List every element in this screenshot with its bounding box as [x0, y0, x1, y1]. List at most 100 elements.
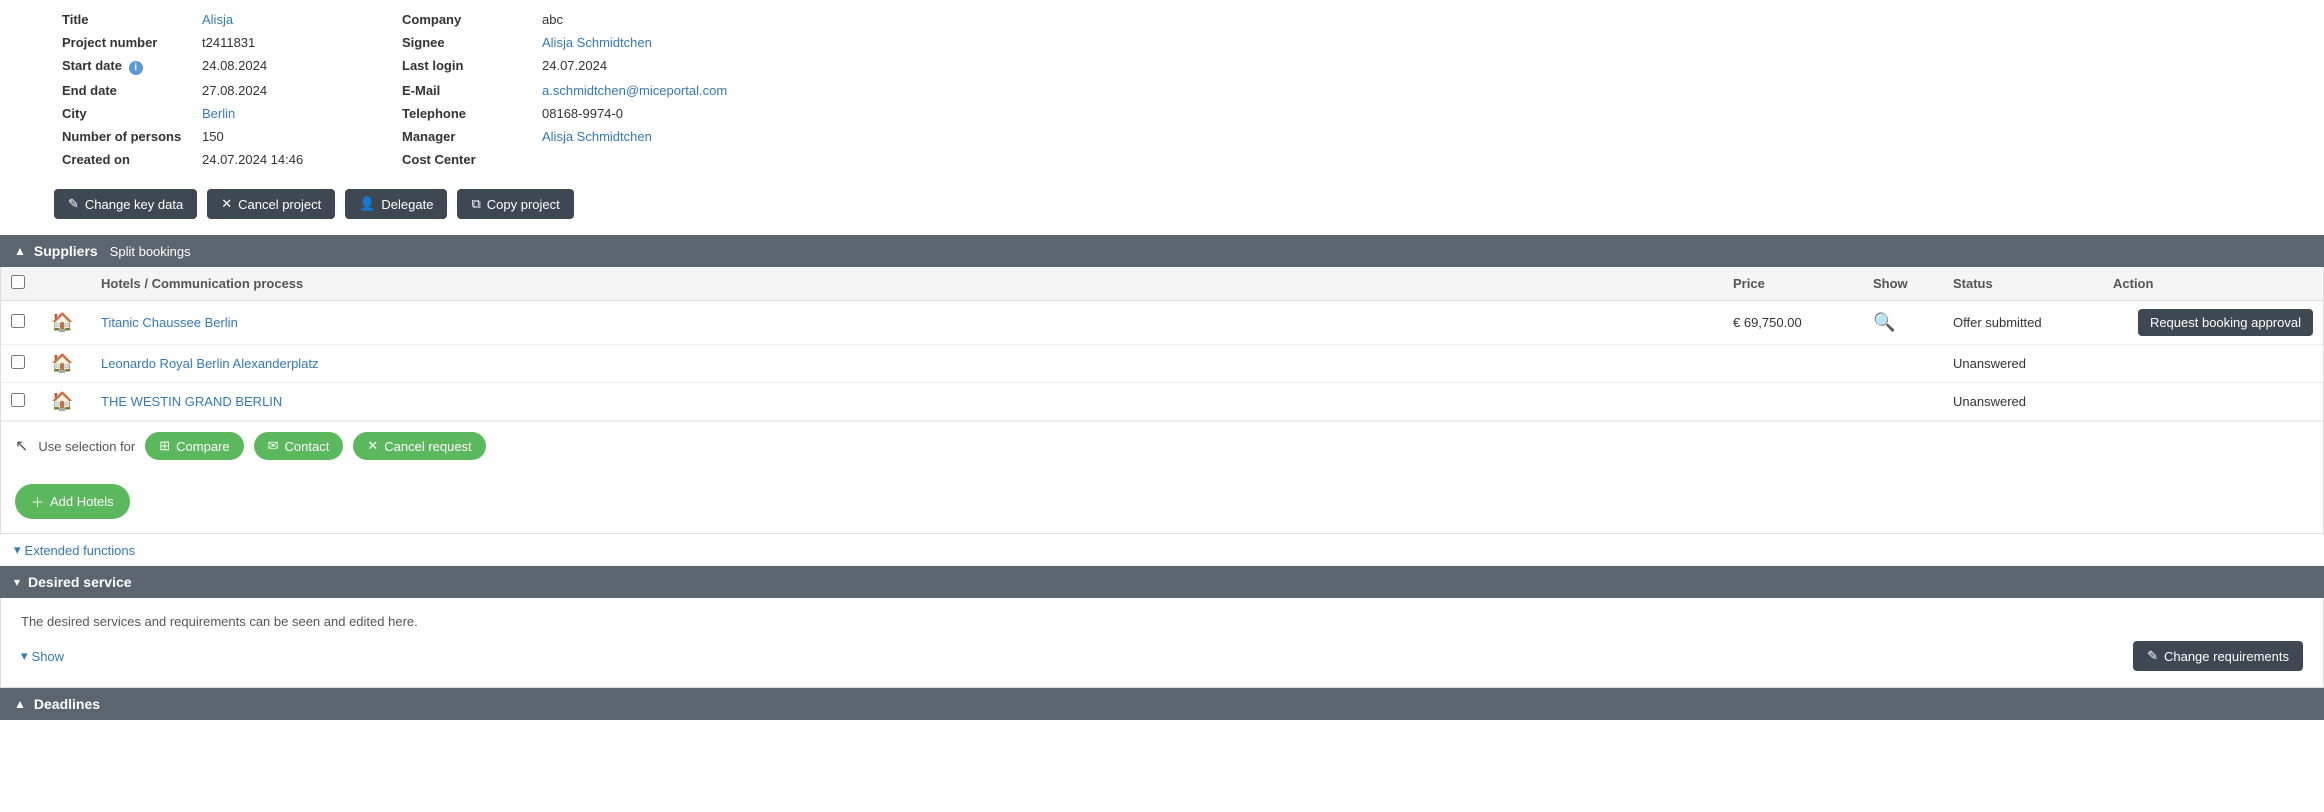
- value-cost-center: [534, 148, 2270, 171]
- edit-icon: ✎: [68, 196, 79, 212]
- header-price-col: Price: [1723, 267, 1863, 301]
- suppliers-section: ▲ Suppliers Split bookings Hotels / Comm…: [0, 235, 2324, 534]
- title-link[interactable]: Alisja: [202, 12, 233, 27]
- desired-service-show-link[interactable]: ▾ Show: [21, 648, 64, 664]
- table-row: 🏠 Leonardo Royal Berlin Alexanderplatz Una…: [1, 345, 2323, 383]
- extended-functions-row[interactable]: ▾ Extended functions: [0, 534, 2324, 566]
- label-last-login: Last login: [394, 54, 534, 79]
- compare-button[interactable]: ⊞ Compare: [145, 432, 243, 460]
- value-city: Berlin: [194, 102, 394, 125]
- request-booking-approval-button[interactable]: Request booking approval: [2138, 309, 2313, 336]
- header-show-col: Show: [1863, 267, 1943, 301]
- value-project-number: t2411831: [194, 31, 394, 54]
- desired-service-chevron-icon: ▾: [14, 575, 20, 589]
- select-all-checkbox[interactable]: [11, 275, 25, 289]
- copy-icon: ⧉: [471, 196, 480, 212]
- cancel-request-button[interactable]: ✕ Cancel request: [353, 432, 485, 460]
- hotel-checkbox-2[interactable]: [11, 355, 25, 369]
- value-telephone: 08168-9974-0: [534, 102, 2270, 125]
- show-document-icon-1[interactable]: 🔍: [1873, 312, 1895, 333]
- signee-link[interactable]: Alisja Schmidtchen: [542, 35, 652, 50]
- label-signee: Signee: [394, 31, 534, 54]
- key-data-row-7: Created on 24.07.2024 14:46 Cost Center: [54, 148, 2270, 171]
- label-cost-center: Cost Center: [394, 148, 534, 171]
- page-wrapper: Title Alisja Company abc Project number …: [0, 0, 2324, 812]
- delegate-button[interactable]: 👤 Delegate: [345, 189, 447, 219]
- selection-arrow-icon: ↖: [15, 436, 28, 456]
- manager-link[interactable]: Alisja Schmidtchen: [542, 129, 652, 144]
- change-req-icon: ✎: [2147, 648, 2158, 664]
- key-data-row-1: Title Alisja Company abc: [54, 8, 2270, 31]
- hotel-name-link-3[interactable]: THE WESTIN GRAND BERLIN: [101, 394, 282, 409]
- table-row: 🏠 Titanic Chaussee Berlin € 69,750.00 🔍 Offe…: [1, 301, 2323, 345]
- deadlines-title: Deadlines: [34, 696, 100, 712]
- start-date-info-icon[interactable]: i: [129, 61, 143, 75]
- desired-service-note: The desired services and requirements ca…: [21, 614, 2303, 629]
- value-email: a.schmidtchen@miceportal.com: [534, 79, 2270, 102]
- hotels-table-wrapper: Hotels / Communication process Price Sho…: [0, 267, 2324, 534]
- desired-service-section: ▾ Desired service The desired services a…: [0, 566, 2324, 688]
- value-end-date: 27.08.2024: [194, 79, 394, 102]
- hotel-status-2: Unanswered: [1943, 345, 2103, 383]
- hotel-name-link-1[interactable]: Titanic Chaussee Berlin: [101, 315, 238, 330]
- compare-icon: ⊞: [159, 438, 170, 454]
- label-city: City: [54, 102, 194, 125]
- extended-chevron-icon: ▾: [14, 542, 21, 558]
- value-signee: Alisja Schmidtchen: [534, 31, 2270, 54]
- header-status-col: Status: [1943, 267, 2103, 301]
- person-icon: 👤: [359, 196, 375, 212]
- hotel-status-1: Offer submitted: [1943, 301, 2103, 345]
- hotel-icon-3: 🏠: [51, 391, 73, 412]
- hotel-price-3: [1723, 383, 1863, 421]
- deadlines-chevron-icon: ▲: [14, 697, 26, 711]
- hotels-tbody: 🏠 Titanic Chaussee Berlin € 69,750.00 🔍 Offe…: [1, 301, 2323, 421]
- label-company: Company: [394, 8, 534, 31]
- hotels-table-header: Hotels / Communication process Price Sho…: [1, 267, 2323, 301]
- contact-icon: ✉: [268, 438, 279, 454]
- table-row: 🏠 THE WESTIN GRAND BERLIN Unanswered: [1, 383, 2323, 421]
- add-hotels-button[interactable]: ＋ Add Hotels: [15, 484, 130, 519]
- hotel-icon-2: 🏠: [51, 353, 73, 374]
- label-end-date: End date: [54, 79, 194, 102]
- value-created-on: 24.07.2024 14:46: [194, 148, 394, 171]
- selection-bar: ↖ Use selection for ⊞ Compare ✉ Contact …: [1, 421, 2323, 470]
- header-checkbox-col: [1, 267, 41, 301]
- value-manager: Alisja Schmidtchen: [534, 125, 2270, 148]
- suppliers-title: Suppliers: [34, 243, 98, 259]
- plus-icon: ＋: [31, 492, 44, 511]
- deadlines-section-header[interactable]: ▲ Deadlines: [0, 688, 2324, 720]
- hotels-table: Hotels / Communication process Price Sho…: [1, 267, 2323, 421]
- hotel-checkbox-1[interactable]: [11, 314, 25, 328]
- header-hotel-col: Hotels / Communication process: [91, 267, 1723, 301]
- hotel-price-1: € 69,750.00: [1723, 301, 1863, 345]
- cancel-project-button[interactable]: ✕ Cancel project: [207, 189, 335, 219]
- key-data-row-6: Number of persons 150 Manager Alisja Sch…: [54, 125, 2270, 148]
- key-data-row-5: City Berlin Telephone 08168-9974-0: [54, 102, 2270, 125]
- key-data-row-4: End date 27.08.2024 E-Mail a.schmidtchen…: [54, 79, 2270, 102]
- hotel-checkbox-3[interactable]: [11, 393, 25, 407]
- key-data-table: Title Alisja Company abc Project number …: [54, 8, 2270, 171]
- email-link[interactable]: a.schmidtchen@miceportal.com: [542, 83, 727, 98]
- copy-project-button[interactable]: ⧉ Copy project: [457, 189, 573, 219]
- change-key-data-button[interactable]: ✎ Change key data: [54, 189, 197, 219]
- value-last-login: 24.07.2024: [534, 54, 2270, 79]
- hotel-status-3: Unanswered: [1943, 383, 2103, 421]
- suppliers-subtitle: Split bookings: [110, 244, 191, 259]
- header-icon-col: [41, 267, 91, 301]
- extended-functions-label: Extended functions: [25, 543, 136, 558]
- change-requirements-button[interactable]: ✎ Change requirements: [2133, 641, 2303, 671]
- key-data-section: Title Alisja Company abc Project number …: [0, 0, 2324, 179]
- value-start-date: 24.08.2024: [194, 54, 394, 79]
- label-created-on: Created on: [54, 148, 194, 171]
- add-hotels-row: ＋ Add Hotels: [1, 470, 2323, 533]
- hotel-price-2: [1723, 345, 1863, 383]
- city-link[interactable]: Berlin: [202, 106, 235, 121]
- label-title: Title: [54, 8, 194, 31]
- hotel-icon-1: 🏠: [51, 312, 73, 333]
- contact-button[interactable]: ✉ Contact: [254, 432, 344, 460]
- desired-service-header[interactable]: ▾ Desired service: [0, 566, 2324, 598]
- suppliers-section-header[interactable]: ▲ Suppliers Split bookings: [0, 235, 2324, 267]
- hotel-name-link-2[interactable]: Leonardo Royal Berlin Alexanderplatz: [101, 356, 319, 371]
- value-title: Alisja: [194, 8, 394, 31]
- cancel-icon: ✕: [221, 196, 232, 212]
